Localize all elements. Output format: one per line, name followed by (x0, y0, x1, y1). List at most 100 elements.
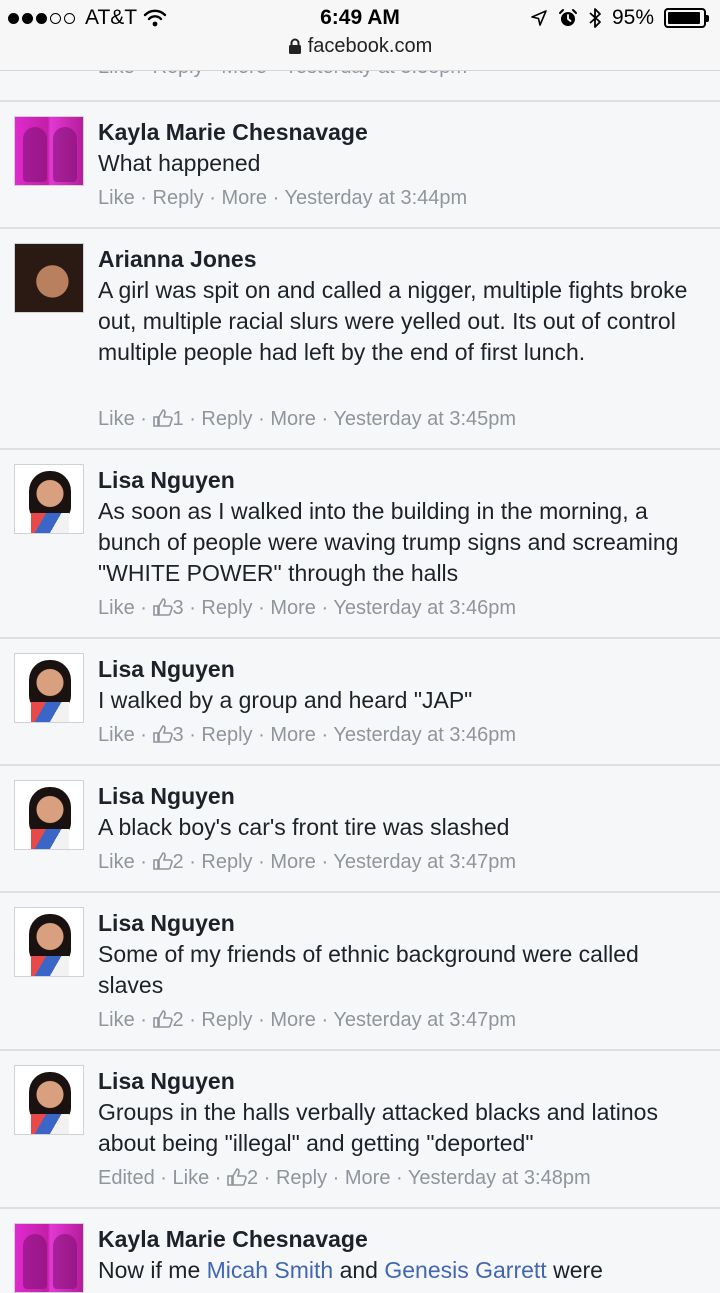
thumbs-up-icon (152, 725, 173, 743)
like-button[interactable]: Like (98, 1009, 135, 1031)
status-bar: AT&T 6:49 AM 95% (0, 4, 720, 32)
separator: · (189, 724, 196, 746)
separator: · (189, 1009, 196, 1031)
reaction-count[interactable]: 2 (152, 851, 184, 873)
divider (0, 764, 720, 766)
comment-actions: Edited · Like · 2 · Reply · More · Yeste… (98, 1167, 591, 1190)
edited-label[interactable]: Edited (98, 1167, 155, 1189)
comment-timestamp[interactable]: Yesterday at 3:44pm (284, 187, 467, 209)
more-button[interactable]: More (270, 408, 316, 430)
comment-author[interactable]: Arianna Jones (98, 246, 257, 273)
separator: · (258, 597, 265, 619)
avatar[interactable] (14, 464, 84, 534)
reply-button[interactable]: Reply (201, 597, 252, 619)
separator: · (189, 597, 196, 619)
comment-timestamp[interactable]: Yesterday at 3:46pm (333, 597, 516, 619)
reaction-count[interactable]: 2 (227, 1167, 258, 1189)
comment-text: Some of my friends of ethnic background … (98, 941, 639, 998)
separator: · (140, 597, 147, 619)
like-button[interactable]: Like (98, 408, 135, 430)
more-button[interactable]: More (270, 597, 316, 619)
browser-top-bar: AT&T 6:49 AM 95% facebook.com (0, 0, 720, 71)
battery-percent: 95% (611, 6, 654, 29)
separator: · (258, 1009, 265, 1031)
reaction-count[interactable]: 3 (152, 597, 184, 619)
reaction-count[interactable]: 3 (152, 724, 184, 746)
separator: · (321, 597, 329, 619)
separator: · (214, 1167, 222, 1189)
thumbs-up-icon (152, 852, 173, 870)
comment-text: I walked by a group and heard "JAP" (98, 687, 473, 713)
divider (0, 100, 720, 102)
comment-author[interactable]: Lisa Nguyen (98, 910, 235, 937)
separator: · (258, 408, 265, 430)
comment-text: A girl was spit on and called a nigger, … (98, 277, 688, 365)
like-button[interactable]: Like (98, 187, 135, 209)
like-button[interactable]: Like (98, 724, 135, 746)
comment-author[interactable]: Lisa Nguyen (98, 783, 235, 810)
comment-timestamp[interactable]: Yesterday at 3:48pm (408, 1167, 591, 1189)
more-button[interactable]: More (270, 851, 316, 873)
thumbs-up-icon (152, 598, 173, 616)
divider (0, 227, 720, 229)
comment-actions: Like · 2 · Reply · More · Yesterday at 3… (98, 851, 516, 874)
reaction-count-value: 2 (172, 851, 184, 873)
reply-button[interactable]: Reply (201, 1009, 252, 1031)
comment-timestamp[interactable]: Yesterday at 3:47pm (333, 851, 516, 873)
avatar[interactable] (14, 780, 84, 850)
separator: · (160, 1167, 167, 1189)
avatar[interactable] (14, 243, 84, 313)
thumbs-up-icon (227, 1168, 247, 1186)
comment-text: Now if me Micah Smith and Genesis Garret… (98, 1255, 704, 1286)
comment-actions: Like · Reply · More · Yesterday at 3:44p… (98, 187, 467, 210)
avatar[interactable] (14, 653, 84, 723)
status-right: 95% (530, 6, 709, 30)
lock-icon (288, 38, 301, 54)
comment-author[interactable]: Lisa Nguyen (98, 1068, 235, 1095)
reply-button[interactable]: Reply (201, 724, 252, 746)
comment-text: As soon as I walked into the building in… (98, 498, 679, 586)
more-button[interactable]: More (345, 1167, 391, 1189)
reply-button[interactable]: Reply (276, 1167, 327, 1189)
separator: · (258, 851, 265, 873)
comment-actions: Like · 1 · Reply · More · Yesterday at 3… (98, 408, 516, 431)
comment-text: What happened (98, 150, 261, 176)
reply-button[interactable]: Reply (201, 851, 252, 873)
bluetooth-icon (589, 8, 601, 28)
reply-button[interactable]: Reply (153, 187, 204, 209)
like-button[interactable]: Like (173, 1167, 210, 1189)
divider (0, 448, 720, 450)
comment-author[interactable]: Kayla Marie Chesnavage (98, 1226, 368, 1253)
more-button[interactable]: More (270, 724, 316, 746)
battery-icon (664, 8, 709, 28)
avatar[interactable] (14, 1065, 84, 1135)
comment-timestamp[interactable]: Yesterday at 3:45pm (333, 408, 516, 430)
reaction-count[interactable]: 1 (152, 408, 184, 430)
reply-button[interactable]: Reply (201, 408, 252, 430)
separator: · (189, 851, 196, 873)
avatar[interactable] (14, 907, 84, 977)
url-text[interactable]: facebook.com (308, 35, 433, 58)
separator: · (321, 851, 329, 873)
mention-link[interactable]: Micah Smith (207, 1257, 334, 1283)
comment-actions: Like · 2 · Reply · More · Yesterday at 3… (98, 1009, 516, 1032)
avatar[interactable] (14, 1223, 84, 1293)
thumbs-up-icon (152, 1010, 173, 1028)
comment-actions: Like · 3 · Reply · More · Yesterday at 3… (98, 597, 516, 620)
divider (0, 637, 720, 639)
more-button[interactable]: More (221, 187, 267, 209)
address-bar[interactable]: facebook.com (0, 35, 720, 58)
separator: · (140, 851, 147, 873)
more-button[interactable]: More (270, 1009, 316, 1031)
like-button[interactable]: Like (98, 851, 135, 873)
comment-author[interactable]: Lisa Nguyen (98, 467, 235, 494)
mention-link[interactable]: Genesis Garrett (384, 1257, 546, 1283)
comment-author[interactable]: Kayla Marie Chesnavage (98, 119, 368, 146)
reaction-count[interactable]: 2 (152, 1009, 184, 1031)
comment-author[interactable]: Lisa Nguyen (98, 656, 235, 683)
comment-text: A black boy's car's front tire was slash… (98, 814, 510, 840)
comment-timestamp[interactable]: Yesterday at 3:46pm (333, 724, 516, 746)
like-button[interactable]: Like (98, 597, 135, 619)
comment-timestamp[interactable]: Yesterday at 3:47pm (333, 1009, 516, 1031)
avatar[interactable] (14, 116, 84, 186)
